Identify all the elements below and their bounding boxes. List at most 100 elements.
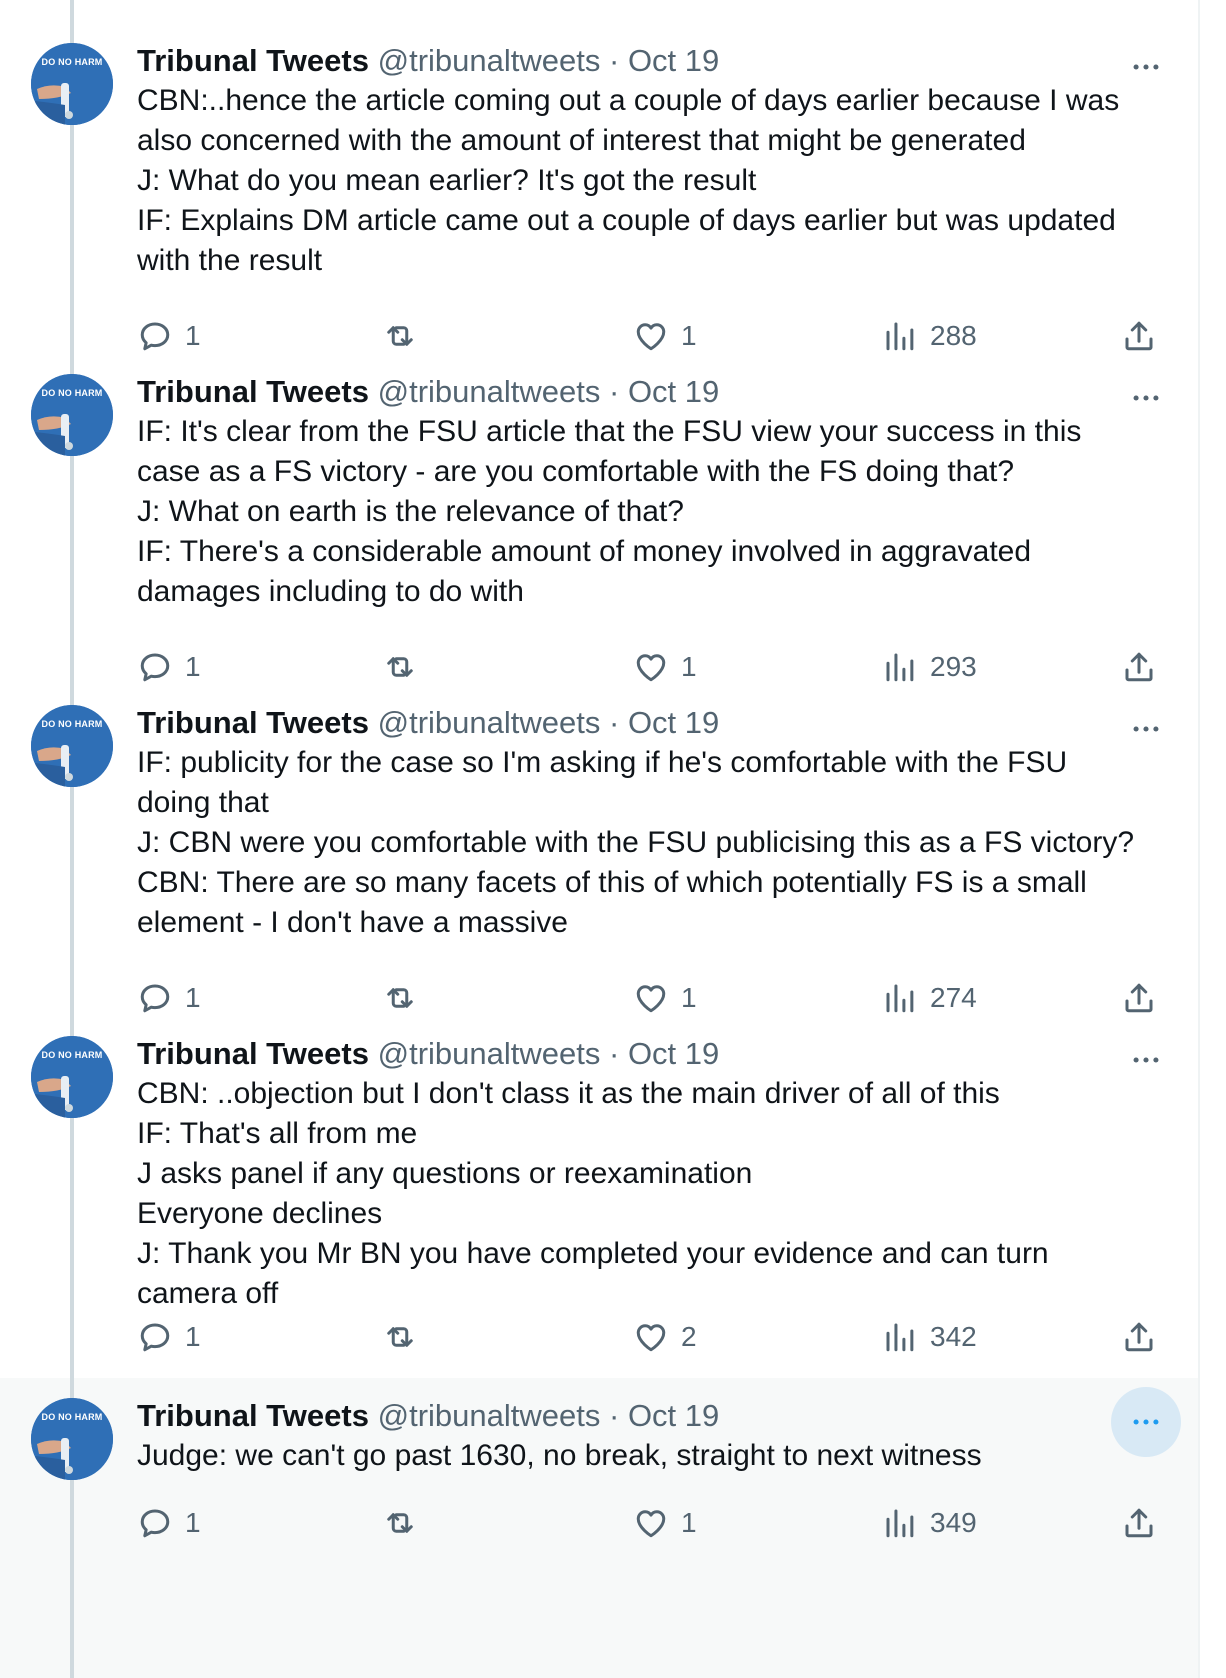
author-handle[interactable]: @tribunaltweets — [378, 705, 601, 740]
share-button[interactable] — [1121, 644, 1157, 690]
tweet-date[interactable]: Oct 19 — [628, 1036, 719, 1071]
views-icon — [886, 984, 914, 1013]
views-button[interactable]: 274 — [882, 975, 977, 1021]
action-bar: 1 1 274 — [137, 975, 1187, 1021]
retweet-button[interactable] — [382, 644, 418, 690]
author-name[interactable]: Tribunal Tweets — [137, 1036, 369, 1071]
author-handle[interactable]: @tribunaltweets — [378, 374, 601, 409]
share-icon — [1125, 1322, 1153, 1352]
share-button[interactable] — [1121, 975, 1157, 1021]
tweet[interactable]: DO NO HARM Tribunal Tweets @tribunaltweet… — [0, 685, 1198, 1016]
retweet-button[interactable] — [382, 313, 418, 359]
retweet-button[interactable] — [382, 975, 418, 1021]
author-handle[interactable]: @tribunaltweets — [378, 1398, 601, 1433]
retweet-button[interactable] — [382, 1314, 418, 1360]
tweet-text-line: camera off — [137, 1277, 279, 1310]
views-count: 349 — [930, 1507, 977, 1538]
thread: DO NO HARM Tribunal Tweets @tribunaltweet… — [0, 0, 1200, 1678]
views-button[interactable]: 293 — [882, 644, 977, 690]
avatar-text: DO NO HARM — [41, 57, 103, 67]
tweet-text-line: J: CBN were you comfortable with the FSU… — [137, 826, 1135, 859]
tweet-text: IF: It's clear from the FSU article that… — [137, 412, 1177, 612]
reply-icon — [140, 1509, 170, 1538]
tweet-text-line: Judge: we can't go past 1630, no break, … — [137, 1439, 982, 1472]
avatar[interactable]: DO NO HARM — [31, 1398, 113, 1480]
tweet-text-line: J: What on earth is the relevance of tha… — [137, 495, 684, 528]
like-button[interactable]: 1 — [633, 975, 697, 1021]
like-icon — [636, 654, 666, 682]
views-icon — [886, 1509, 914, 1538]
share-icon — [1125, 652, 1153, 682]
meta-separator: · — [608, 374, 620, 409]
tweet-text-line: IF: publicity for the case so I'm asking… — [137, 746, 1068, 779]
tweet-text-line: IF: It's clear from the FSU article that… — [137, 415, 1082, 448]
share-icon — [1125, 321, 1153, 351]
avatar[interactable]: DO NO HARM — [31, 43, 113, 125]
reply-count: 1 — [185, 1507, 201, 1538]
tweet-text-line: CBN:..hence the article coming out a cou… — [137, 84, 1120, 117]
avatar-image — [31, 1398, 113, 1480]
author-handle[interactable]: @tribunaltweets — [378, 43, 601, 78]
tweet-header: Tribunal Tweets @tribunaltweets · Oct 19 — [137, 1034, 719, 1074]
retweet-button[interactable] — [382, 1500, 418, 1546]
action-bar: 1 1 349 — [137, 1500, 1187, 1546]
avatar[interactable]: DO NO HARM — [31, 374, 113, 456]
avatar-image — [31, 705, 113, 787]
tweet-date[interactable]: Oct 19 — [628, 374, 719, 409]
like-count: 1 — [681, 320, 697, 351]
views-button[interactable]: 349 — [882, 1500, 977, 1546]
like-button[interactable]: 1 — [633, 1500, 697, 1546]
reply-button[interactable]: 1 — [137, 313, 201, 359]
like-button[interactable]: 1 — [633, 644, 697, 690]
views-button[interactable]: 342 — [882, 1314, 977, 1360]
avatar-image — [31, 1036, 113, 1118]
author-name[interactable]: Tribunal Tweets — [137, 705, 369, 740]
author-name[interactable]: Tribunal Tweets — [137, 1398, 369, 1433]
avatar-image — [31, 43, 113, 125]
tweet-date[interactable]: Oct 19 — [628, 43, 719, 78]
tweet[interactable]: DO NO HARM Tribunal Tweets @tribunaltweet… — [0, 1378, 1198, 1678]
avatar[interactable]: DO NO HARM — [31, 1036, 113, 1118]
action-bar: 1 1 288 — [137, 313, 1187, 359]
reply-button[interactable]: 1 — [137, 975, 201, 1021]
avatar[interactable]: DO NO HARM — [31, 705, 113, 787]
tweet-date[interactable]: Oct 19 — [628, 1398, 719, 1433]
tweet[interactable]: DO NO HARM Tribunal Tweets @tribunaltweet… — [0, 0, 1198, 378]
avatar-text: DO NO HARM — [41, 719, 103, 729]
like-button[interactable]: 2 — [633, 1314, 697, 1360]
share-button[interactable] — [1121, 313, 1157, 359]
more-icon — [1133, 64, 1159, 70]
tweet-text-line: IF: Explains DM article came out a coupl… — [137, 204, 1116, 237]
author-name[interactable]: Tribunal Tweets — [137, 374, 369, 409]
views-button[interactable]: 288 — [882, 313, 977, 359]
tweet-text-line: J: Thank you Mr BN you have completed yo… — [137, 1237, 1049, 1270]
reply-button[interactable]: 1 — [137, 1314, 201, 1360]
reply-button[interactable]: 1 — [137, 644, 201, 690]
meta-separator: · — [608, 705, 620, 740]
retweet-icon — [387, 1327, 413, 1347]
tweet-text-line: with the result — [137, 244, 323, 277]
reply-icon — [140, 984, 170, 1013]
tweet[interactable]: DO NO HARM Tribunal Tweets @tribunaltweet… — [0, 1016, 1198, 1378]
tweet-text-line: doing that — [137, 786, 269, 819]
tweet-text-line: IF: There's a considerable amount of mon… — [137, 535, 1032, 568]
avatar-text: DO NO HARM — [41, 1412, 103, 1422]
like-count: 1 — [681, 1507, 697, 1538]
reply-button[interactable]: 1 — [137, 1500, 201, 1546]
author-handle[interactable]: @tribunaltweets — [378, 1036, 601, 1071]
tweet-date[interactable]: Oct 19 — [628, 705, 719, 740]
tweet[interactable]: DO NO HARM Tribunal Tweets @tribunaltweet… — [0, 354, 1198, 685]
like-count: 1 — [681, 651, 697, 682]
tweet-text-line: also concerned with the amount of intere… — [137, 124, 1026, 157]
tweet-text-line: IF: That's all from me — [137, 1117, 418, 1150]
share-button[interactable] — [1121, 1314, 1157, 1360]
retweet-icon — [387, 1513, 413, 1533]
share-button[interactable] — [1121, 1500, 1157, 1546]
retweet-icon — [387, 326, 413, 346]
author-name[interactable]: Tribunal Tweets — [137, 43, 369, 78]
like-button[interactable]: 1 — [633, 313, 697, 359]
tweet-text-line: J asks panel if any questions or reexami… — [137, 1157, 753, 1190]
action-bar: 1 2 342 — [137, 1314, 1187, 1360]
views-icon — [886, 653, 914, 682]
avatar-text: DO NO HARM — [41, 388, 103, 398]
